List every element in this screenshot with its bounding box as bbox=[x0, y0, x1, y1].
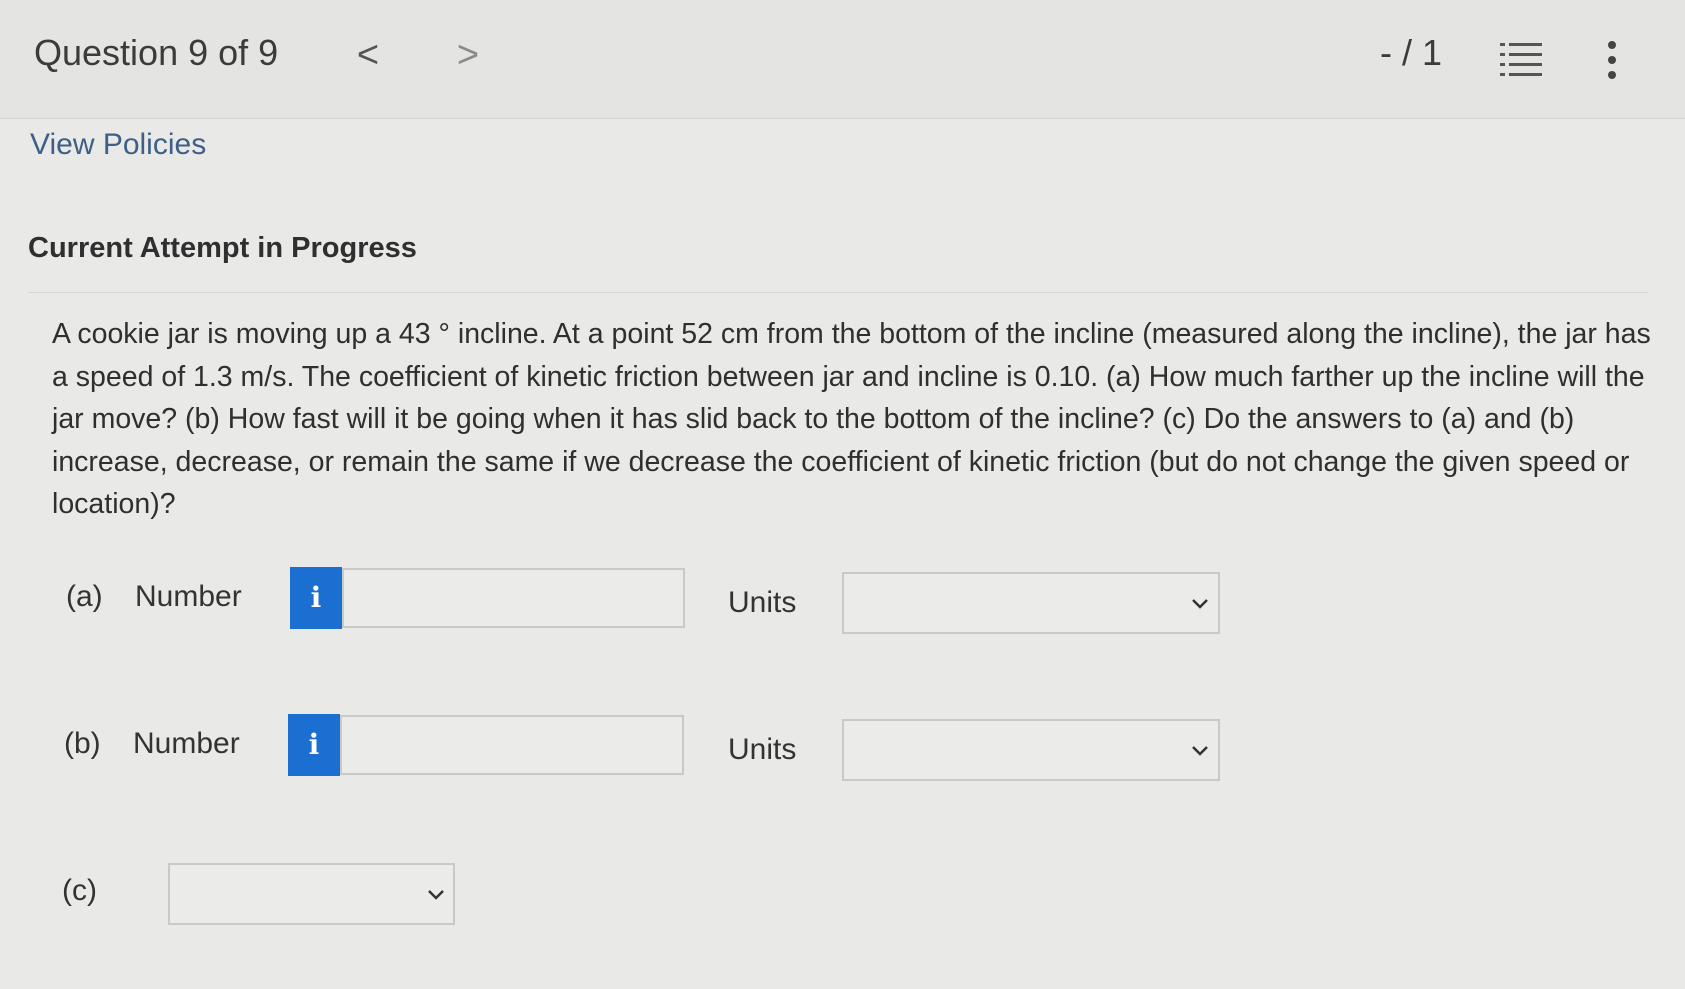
problem-statement: A cookie jar is moving up a 43 ° incline… bbox=[52, 318, 1651, 520]
part-a-number-label: Number bbox=[135, 580, 242, 613]
part-a-units-label: Units bbox=[728, 586, 797, 619]
part-a-info-button[interactable]: i bbox=[290, 567, 342, 629]
part-c-label: (c) bbox=[62, 874, 97, 907]
attempt-title: Current Attempt in Progress bbox=[28, 232, 417, 264]
question-counter: Question 9 of 9 bbox=[34, 32, 279, 73]
part-b-number-input[interactable] bbox=[340, 715, 684, 775]
next-question-button[interactable]: > bbox=[448, 30, 488, 80]
part-b-units-label: Units bbox=[728, 733, 797, 766]
part-b-number-label: Number bbox=[133, 727, 240, 760]
chevron-down-icon bbox=[428, 890, 444, 900]
part-a-number-input[interactable] bbox=[342, 568, 685, 628]
divider bbox=[28, 292, 1648, 293]
part-a-units-select[interactable] bbox=[842, 572, 1220, 634]
question-header: Question 9 of 9 < > - / 1 bbox=[0, 0, 1685, 119]
kebab-menu-icon[interactable] bbox=[1602, 38, 1622, 82]
chevron-down-icon bbox=[1192, 746, 1208, 756]
view-policies-link[interactable]: View Policies bbox=[30, 128, 206, 162]
part-b-info-button[interactable]: i bbox=[288, 714, 340, 776]
part-b-label: (b) bbox=[64, 727, 101, 760]
score-display: - / 1 bbox=[1380, 32, 1443, 73]
list-icon[interactable] bbox=[1500, 40, 1544, 80]
previous-question-button[interactable]: < bbox=[348, 30, 388, 80]
part-c-select[interactable] bbox=[168, 863, 455, 925]
part-a-label: (a) bbox=[66, 580, 103, 613]
part-b-units-select[interactable] bbox=[842, 719, 1220, 781]
chevron-down-icon bbox=[1192, 599, 1208, 609]
